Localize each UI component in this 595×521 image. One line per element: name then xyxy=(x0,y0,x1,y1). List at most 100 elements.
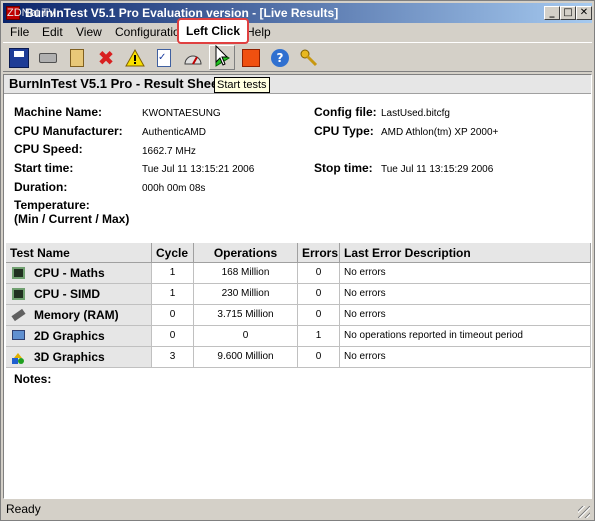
cycle-cell: 3 xyxy=(152,347,194,368)
save-icon xyxy=(9,47,29,68)
description-cell: No operations reported in timeout period xyxy=(340,326,591,347)
column-header-test-name[interactable]: Test Name xyxy=(6,243,152,263)
test-name: 2D Graphics xyxy=(34,329,105,343)
errors-cell: 0 xyxy=(298,263,340,284)
cpu-speed-label: CPU Speed: xyxy=(14,142,83,156)
temperature-label: Temperature: xyxy=(14,198,90,212)
cycle-cell: 0 xyxy=(152,305,194,326)
test-name-cell: CPU - Maths xyxy=(6,263,152,284)
operations-cell: 168 Million xyxy=(194,263,298,284)
operations-cell: 3.715 Million xyxy=(194,305,298,326)
cpu-manufacturer-label: CPU Manufacturer: xyxy=(14,124,123,138)
description-cell: No errors xyxy=(340,284,591,305)
menu-file[interactable]: File xyxy=(5,24,34,40)
notes-label: Notes: xyxy=(14,372,52,386)
table-row[interactable]: CPU - Maths 1 168 Million 0 No errors xyxy=(6,263,591,284)
print-button[interactable] xyxy=(35,45,61,70)
status-text: Ready xyxy=(6,502,41,516)
machine-name-value: KWONTAESUNG xyxy=(142,108,221,119)
resize-grip[interactable] xyxy=(578,506,590,518)
description-cell: No errors xyxy=(340,305,591,326)
chip-icon xyxy=(12,267,25,279)
chip-icon xyxy=(12,288,25,300)
errors-cell: 0 xyxy=(298,284,340,305)
shapes-icon xyxy=(12,351,25,364)
test-name: 3D Graphics xyxy=(34,350,105,364)
cpu-manufacturer-value: AuthenticAMD xyxy=(142,127,206,138)
operations-cell: 230 Million xyxy=(194,284,298,305)
table-row[interactable]: 2D Graphics 0 0 1 No operations reported… xyxy=(6,326,591,347)
copy-button[interactable] xyxy=(64,45,90,70)
cpu-type-label: CPU Type: xyxy=(314,124,374,138)
test-name-cell: CPU - SIMD xyxy=(6,284,152,305)
table-row[interactable]: CPU - SIMD 1 230 Million 0 No errors xyxy=(6,284,591,305)
temperature-sublabel: (Min / Current / Max) xyxy=(14,212,130,226)
stop-icon: ✖ xyxy=(97,45,115,70)
checklist-icon: ✓ xyxy=(154,48,174,68)
column-header-operations[interactable]: Operations xyxy=(194,243,298,263)
column-header-description[interactable]: Last Error Description xyxy=(340,243,591,263)
menu-edit[interactable]: Edit xyxy=(37,24,68,40)
menu-view[interactable]: View xyxy=(71,24,107,40)
cpu-speed-value: 1662.7 MHz xyxy=(142,146,196,157)
errors-cell: 0 xyxy=(298,305,340,326)
cycle-cell: 1 xyxy=(152,284,194,305)
abort-button[interactable]: ✖ xyxy=(93,45,119,70)
config-file-label: Config file: xyxy=(314,105,377,119)
column-header-errors[interactable]: Errors xyxy=(298,243,340,263)
duration-label: Duration: xyxy=(14,180,68,194)
operations-cell: 9.600 Million xyxy=(194,347,298,368)
status-bar: Ready xyxy=(3,501,592,519)
menu-bar: File Edit View Configuration Help xyxy=(3,23,592,41)
stop-time-label: Stop time: xyxy=(314,161,373,175)
mouse-cursor-icon xyxy=(215,44,229,70)
register-key-button[interactable] xyxy=(296,45,322,70)
errors-cell: 1 xyxy=(298,326,340,347)
close-button[interactable]: ✕ xyxy=(576,6,592,20)
maximize-button[interactable]: □ xyxy=(560,6,576,20)
print-icon xyxy=(38,48,58,68)
test-name-cell: 3D Graphics xyxy=(6,347,152,368)
errors-cell: 0 xyxy=(298,347,340,368)
clipboard-icon xyxy=(67,48,87,68)
help-button[interactable]: ? xyxy=(267,45,293,70)
table-row[interactable]: 3D Graphics 3 9.600 Million 0 No errors xyxy=(6,347,591,368)
config-file-value: LastUsed.bitcfg xyxy=(381,108,450,119)
warning-icon xyxy=(125,48,145,68)
start-time-value: Tue Jul 11 13:15:21 2006 xyxy=(142,164,255,175)
start-tests-tooltip: Start tests xyxy=(214,77,270,93)
description-cell: No errors xyxy=(340,263,591,284)
test-selection-button[interactable]: ✓ xyxy=(151,45,177,70)
operations-cell: 0 xyxy=(194,326,298,347)
gauge-icon xyxy=(183,48,203,68)
monitor-icon xyxy=(12,330,25,340)
column-header-cycle[interactable]: Cycle xyxy=(152,243,194,263)
watermark: ZDNet TV xyxy=(7,7,56,19)
test-name: CPU - Maths xyxy=(34,266,105,280)
help-icon: ? xyxy=(270,48,290,68)
minimize-button[interactable]: _ xyxy=(544,6,560,20)
save-button[interactable] xyxy=(6,45,32,70)
title-bar[interactable]: BurnInTest V5.1 Pro Evaluation version -… xyxy=(3,3,592,23)
application-window: BurnInTest V5.1 Pro Evaluation version -… xyxy=(0,0,595,521)
cycle-cell: 0 xyxy=(152,326,194,347)
test-name-cell: Memory (RAM) xyxy=(6,305,152,326)
toolbar: ✖ ✓ ? xyxy=(3,42,592,72)
cpu-type-value: AMD Athlon(tm) XP 2000+ xyxy=(381,127,499,138)
start-time-label: Start time: xyxy=(14,161,74,175)
table-row[interactable]: Memory (RAM) 0 3.715 Million 0 No errors xyxy=(6,305,591,326)
stop-time-value: Tue Jul 11 13:15:29 2006 xyxy=(381,164,494,175)
stop-tests-button[interactable] xyxy=(238,45,264,70)
key-icon xyxy=(299,48,319,68)
test-name: Memory (RAM) xyxy=(34,308,119,322)
duty-cycle-button[interactable] xyxy=(180,45,206,70)
duration-value: 000h 00m 08s xyxy=(142,183,206,194)
warning-button[interactable] xyxy=(122,45,148,70)
memory-icon xyxy=(11,308,26,322)
machine-name-label: Machine Name: xyxy=(14,105,103,119)
test-name: CPU - SIMD xyxy=(34,287,100,301)
cycle-cell: 1 xyxy=(152,263,194,284)
test-name-cell: 2D Graphics xyxy=(6,326,152,347)
stop-square-icon xyxy=(241,48,261,68)
description-cell: No errors xyxy=(340,347,591,368)
